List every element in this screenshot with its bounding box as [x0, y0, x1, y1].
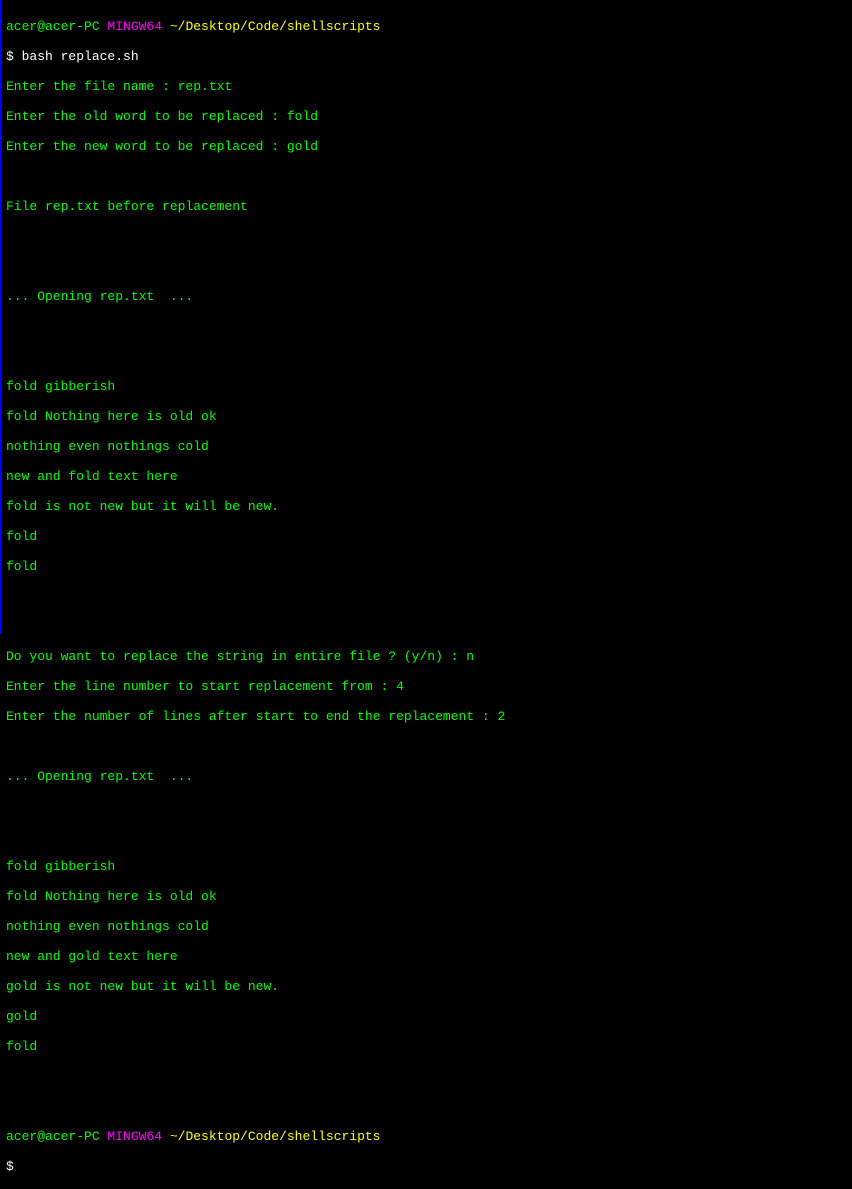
output-line: Enter the new word to be replaced : gold [6, 139, 848, 154]
output-line: new and gold text here [6, 949, 848, 964]
prompt-mingw: MINGW64 [100, 19, 162, 34]
output-blank [6, 739, 848, 754]
command-line-1: $ bash replace.sh [6, 49, 848, 64]
command-text: bash replace.sh [22, 49, 139, 64]
prompt-path: ~/Desktop/Code/shellscripts [162, 19, 380, 34]
output-blank [6, 1069, 848, 1084]
output-line: fold [6, 1039, 848, 1054]
prompt-path: ~/Desktop/Code/shellscripts [162, 1129, 380, 1144]
prompt-mingw: MINGW64 [100, 1129, 162, 1144]
output-line: Do you want to replace the string in ent… [6, 649, 848, 664]
prompt-user: acer@acer-PC [6, 1129, 100, 1144]
output-line: fold gibberish [6, 859, 848, 874]
output-line: ... Opening rep.txt ... [6, 769, 848, 784]
output-line: ... Opening rep.txt ... [6, 289, 848, 304]
output-line: fold [6, 559, 848, 574]
prompt-line-2: acer@acer-PC MINGW64 ~/Desktop/Code/shel… [6, 1129, 848, 1144]
output-blank [6, 619, 848, 634]
output-blank [6, 349, 848, 364]
output-line: Enter the file name : rep.txt [6, 79, 848, 94]
prompt-dollar: $ [6, 49, 22, 64]
output-blank [6, 1099, 848, 1114]
output-line: fold is not new but it will be new. [6, 499, 848, 514]
prompt-dollar: $ [6, 1159, 14, 1174]
output-line: nothing even nothings cold [6, 919, 848, 934]
output-line: nothing even nothings cold [6, 439, 848, 454]
output-blank [6, 169, 848, 184]
output-blank [6, 589, 848, 604]
output-line: gold is not new but it will be new. [6, 979, 848, 994]
output-line: fold Nothing here is old ok [6, 889, 848, 904]
output-line: new and fold text here [6, 469, 848, 484]
output-line: Enter the line number to start replaceme… [6, 679, 848, 694]
terminal-window[interactable]: acer@acer-PC MINGW64 ~/Desktop/Code/shel… [6, 4, 848, 1189]
output-blank [6, 229, 848, 244]
prompt-line-1: acer@acer-PC MINGW64 ~/Desktop/Code/shel… [6, 19, 848, 34]
output-line: fold gibberish [6, 379, 848, 394]
output-line: fold [6, 529, 848, 544]
command-line-2[interactable]: $ [6, 1159, 848, 1174]
output-line: Enter the old word to be replaced : fold [6, 109, 848, 124]
output-blank [6, 799, 848, 814]
output-blank [6, 319, 848, 334]
output-line: gold [6, 1009, 848, 1024]
output-line: File rep.txt before replacement [6, 199, 848, 214]
prompt-user: acer@acer-PC [6, 19, 100, 34]
output-line: fold Nothing here is old ok [6, 409, 848, 424]
output-blank [6, 259, 848, 274]
output-blank [6, 829, 848, 844]
output-line: Enter the number of lines after start to… [6, 709, 848, 724]
